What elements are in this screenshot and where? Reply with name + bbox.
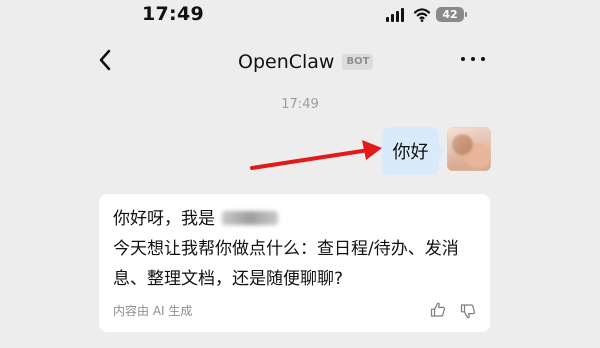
chat-title-group: OpenClaw BOT [238,51,374,73]
chat-header: OpenClaw BOT [0,34,600,88]
avatar-image [447,127,491,171]
ai-generated-note: 内容由 AI 生成 [113,304,193,318]
greeting-text: 你好呀，我是 [113,209,215,229]
back-button[interactable] [96,48,116,72]
redacted-name [222,211,279,225]
user-avatar[interactable] [447,127,491,171]
signal-icon [386,8,404,22]
message-timestamp: 17:49 [281,97,319,112]
message-line-1: 你好呀，我是 [113,204,476,234]
battery-indicator: 42 [436,7,467,22]
thumbs-up-icon[interactable] [430,302,446,318]
incoming-message-card: 你好呀，我是 今天想让我帮你做点什么：查日程/待办、发消 息、整理文档，还是随便… [99,194,490,332]
wifi-icon [413,8,431,22]
more-options-button[interactable] [459,52,487,66]
red-arrow-annotation [250,140,382,170]
message-line-3: 息、整理文档，还是随便聊聊? [113,269,344,289]
thumbs-down-icon[interactable] [460,303,476,319]
chat-title: OpenClaw [238,51,335,73]
status-time: 17:49 [142,3,204,25]
status-bar: 17:49 42 [0,0,600,34]
message-line-2: 今天想让我帮你做点什么：查日程/待办、发消 [113,239,459,259]
message-footer: 内容由 AI 生成 [113,302,476,320]
chat-screen: 17:49 42 OpenClaw BOT 17:49 你好 你好呀，我是 今天… [0,0,600,348]
bot-badge: BOT [342,54,374,70]
outgoing-message-bubble: 你好 [382,127,445,175]
